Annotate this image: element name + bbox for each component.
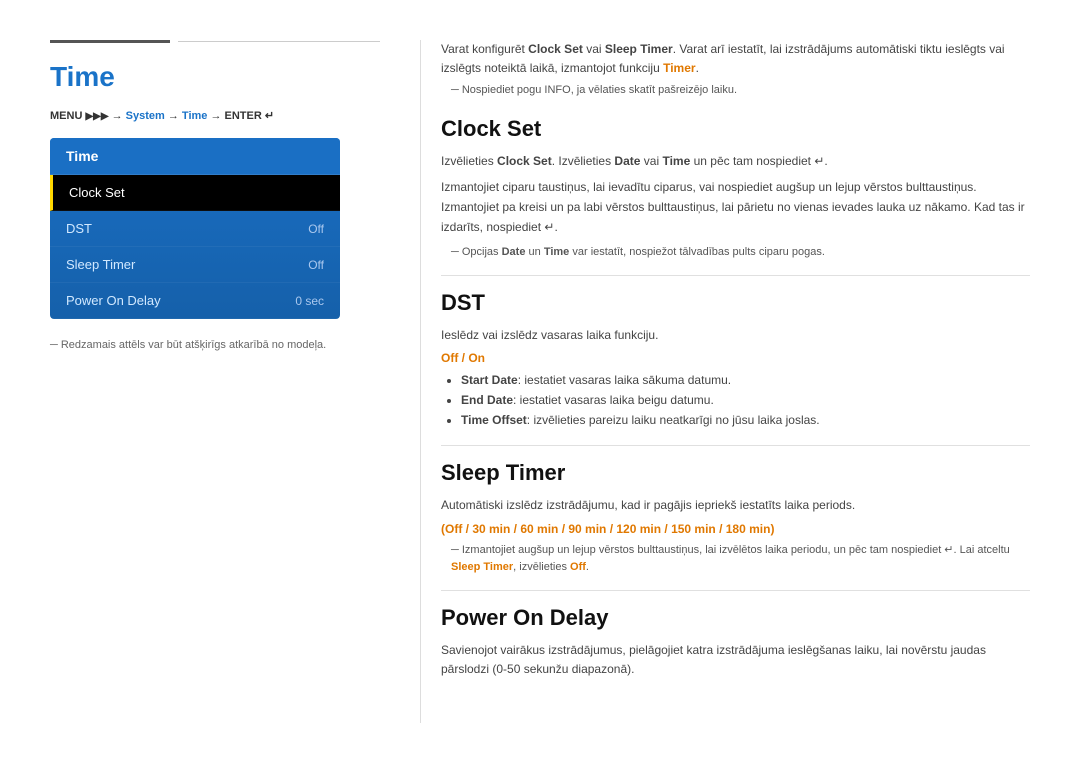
section-dst: DST Ieslēdz vai izslēdz vasaras laika fu… <box>441 290 1030 431</box>
menu-item-power-on-delay-label: Power On Delay <box>66 293 161 308</box>
dst-bullet-start-date: Start Date: iestatiet vasaras laika sāku… <box>461 371 1030 391</box>
menu-item-sleep-timer-label: Sleep Timer <box>66 257 135 272</box>
top-line-decoration <box>50 40 380 43</box>
menu-path: MENU ▶▶▶ → System → Time → ENTER ↵ <box>50 109 380 122</box>
section-dst-orange: Off / On <box>441 351 1030 365</box>
menu-item-dst-label: DST <box>66 221 92 236</box>
dst-bullet-end-date: End Date: iestatiet vasaras laika beigu … <box>461 391 1030 411</box>
left-panel: Time MENU ▶▶▶ → System → Time → ENTER ↵ … <box>50 40 420 723</box>
section-clock-set-title: Clock Set <box>441 116 1030 142</box>
section-power-on-delay-body1: Savienojot vairākus izstrādājumus, pielā… <box>441 641 1030 681</box>
divider-3 <box>441 590 1030 591</box>
divider-1 <box>441 275 1030 276</box>
dst-bullet-time-offset: Time Offset: izvēlieties pareizu laiku n… <box>461 411 1030 431</box>
menu-box-header: Time <box>50 138 340 175</box>
right-panel: Varat konfigurēt Clock Set vai Sleep Tim… <box>420 40 1030 723</box>
section-dst-body1: Ieslēdz vai izslēdz vasaras laika funkci… <box>441 326 1030 346</box>
section-clock-set-note: Opcijas Date un Time var iestatīt, nospi… <box>441 244 1030 261</box>
section-sleep-timer-note: Izmantojiet augšup un lejup vērstos bult… <box>441 542 1030 576</box>
menu-item-dst-value: Off <box>308 222 324 236</box>
section-clock-set-body2: Izmantojiet ciparu taustiņus, lai ievadī… <box>441 178 1030 237</box>
section-power-on-delay-title: Power On Delay <box>441 605 1030 631</box>
top-line-bar-right <box>178 41 380 42</box>
section-clock-set: Clock Set Izvēlieties Clock Set. Izvēlie… <box>441 116 1030 260</box>
section-sleep-timer: Sleep Timer Automātiski izslēdz izstrādā… <box>441 460 1030 576</box>
section-clock-set-body1: Izvēlieties Clock Set. Izvēlieties Date … <box>441 152 1030 172</box>
section-sleep-timer-title: Sleep Timer <box>441 460 1030 486</box>
menu-item-sleep-timer-value: Off <box>308 258 324 272</box>
intro-note: Nospiediet pogu INFO, ja vēlaties skatīt… <box>441 84 1030 96</box>
menu-item-clock-set-label: Clock Set <box>69 185 125 200</box>
menu-item-clock-set[interactable]: Clock Set <box>50 175 340 211</box>
menu-item-power-on-delay[interactable]: Power On Delay 0 sec <box>50 283 340 319</box>
left-footnote: Redzamais attēls var būt atšķirīgs atkar… <box>50 339 380 351</box>
section-dst-bullets: Start Date: iestatiet vasaras laika sāku… <box>441 371 1030 430</box>
menu-item-sleep-timer[interactable]: Sleep Timer Off <box>50 247 340 283</box>
page-title: Time <box>50 61 380 93</box>
menu-item-dst[interactable]: DST Off <box>50 211 340 247</box>
menu-item-power-on-delay-value: 0 sec <box>295 294 324 308</box>
divider-2 <box>441 445 1030 446</box>
intro-text: Varat konfigurēt Clock Set vai Sleep Tim… <box>441 40 1030 78</box>
section-sleep-timer-body1: Automātiski izslēdz izstrādājumu, kad ir… <box>441 496 1030 516</box>
section-sleep-timer-orange: (Off / 30 min / 60 min / 90 min / 120 mi… <box>441 522 1030 536</box>
top-line-bar-left <box>50 40 170 43</box>
section-power-on-delay: Power On Delay Savienojot vairākus izstr… <box>441 605 1030 681</box>
section-dst-title: DST <box>441 290 1030 316</box>
menu-box: Time Clock Set DST Off Sleep Timer Off P… <box>50 138 340 319</box>
